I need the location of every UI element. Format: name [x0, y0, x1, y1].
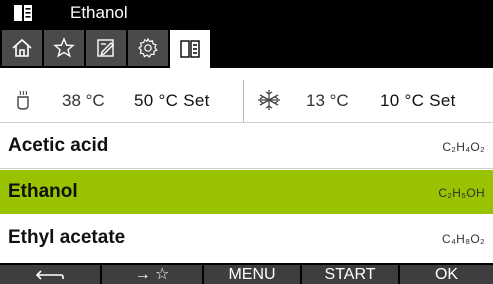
tab-library[interactable] — [170, 30, 210, 68]
cooler-set-temp[interactable]: 10 °C Set — [380, 91, 456, 111]
tab-settings[interactable] — [128, 30, 168, 66]
home-icon — [12, 38, 32, 57]
menu-button[interactable]: MENU — [204, 265, 300, 284]
list-item-formula: C₂H₅OH — [438, 186, 485, 200]
list-item-formula: C₂H₄O₂ — [442, 140, 485, 154]
heater-set-temp[interactable]: 50 °C Set — [134, 91, 210, 111]
list-item-ethanol[interactable]: Ethanol C₂H₅OH — [0, 170, 493, 214]
list-item-name: Ethanol — [8, 181, 78, 202]
edit-icon — [97, 39, 114, 57]
divider — [0, 168, 493, 169]
page-title: Ethanol — [70, 3, 128, 22]
list-item-acetic-acid[interactable]: Acetic acid C₂H₄O₂ — [0, 124, 493, 168]
tab-bar — [0, 26, 493, 68]
heater-actual-temp: 38 °C — [62, 91, 105, 110]
temperature-divider — [243, 80, 244, 122]
cooler-actual-temp: 13 °C — [306, 91, 349, 110]
heater-icon — [17, 90, 29, 110]
softkey-bar: → ☆ MENU START OK — [0, 263, 493, 284]
book-icon — [14, 5, 32, 21]
list-item-name: Ethyl acetate — [8, 227, 126, 248]
add-favorite-button[interactable]: → ☆ — [102, 265, 202, 284]
ok-button[interactable]: OK — [400, 265, 493, 284]
list-item-formula: C₄H₈O₂ — [442, 232, 485, 246]
snowflake-icon — [258, 90, 280, 110]
list-item-name: Acetic acid — [8, 135, 109, 156]
tab-home[interactable] — [2, 30, 42, 66]
tab-favorites[interactable] — [44, 30, 84, 66]
temperature-row: 38 °C 50 °C Set 13 °C 10 °C Set — [0, 80, 493, 122]
tab-edit[interactable] — [86, 30, 126, 66]
start-button[interactable]: START — [302, 265, 398, 284]
back-arrow-icon — [35, 270, 64, 280]
book-icon — [180, 40, 200, 58]
settings-icon — [138, 37, 158, 58]
arrow-star-icon: → ☆ — [134, 266, 170, 283]
back-button[interactable] — [0, 265, 100, 284]
divider — [0, 122, 493, 123]
title-bar: Ethanol — [0, 0, 493, 26]
list-item-ethyl-acetate[interactable]: Ethyl acetate C₄H₈O₂ — [0, 216, 493, 260]
star-icon — [53, 37, 75, 58]
